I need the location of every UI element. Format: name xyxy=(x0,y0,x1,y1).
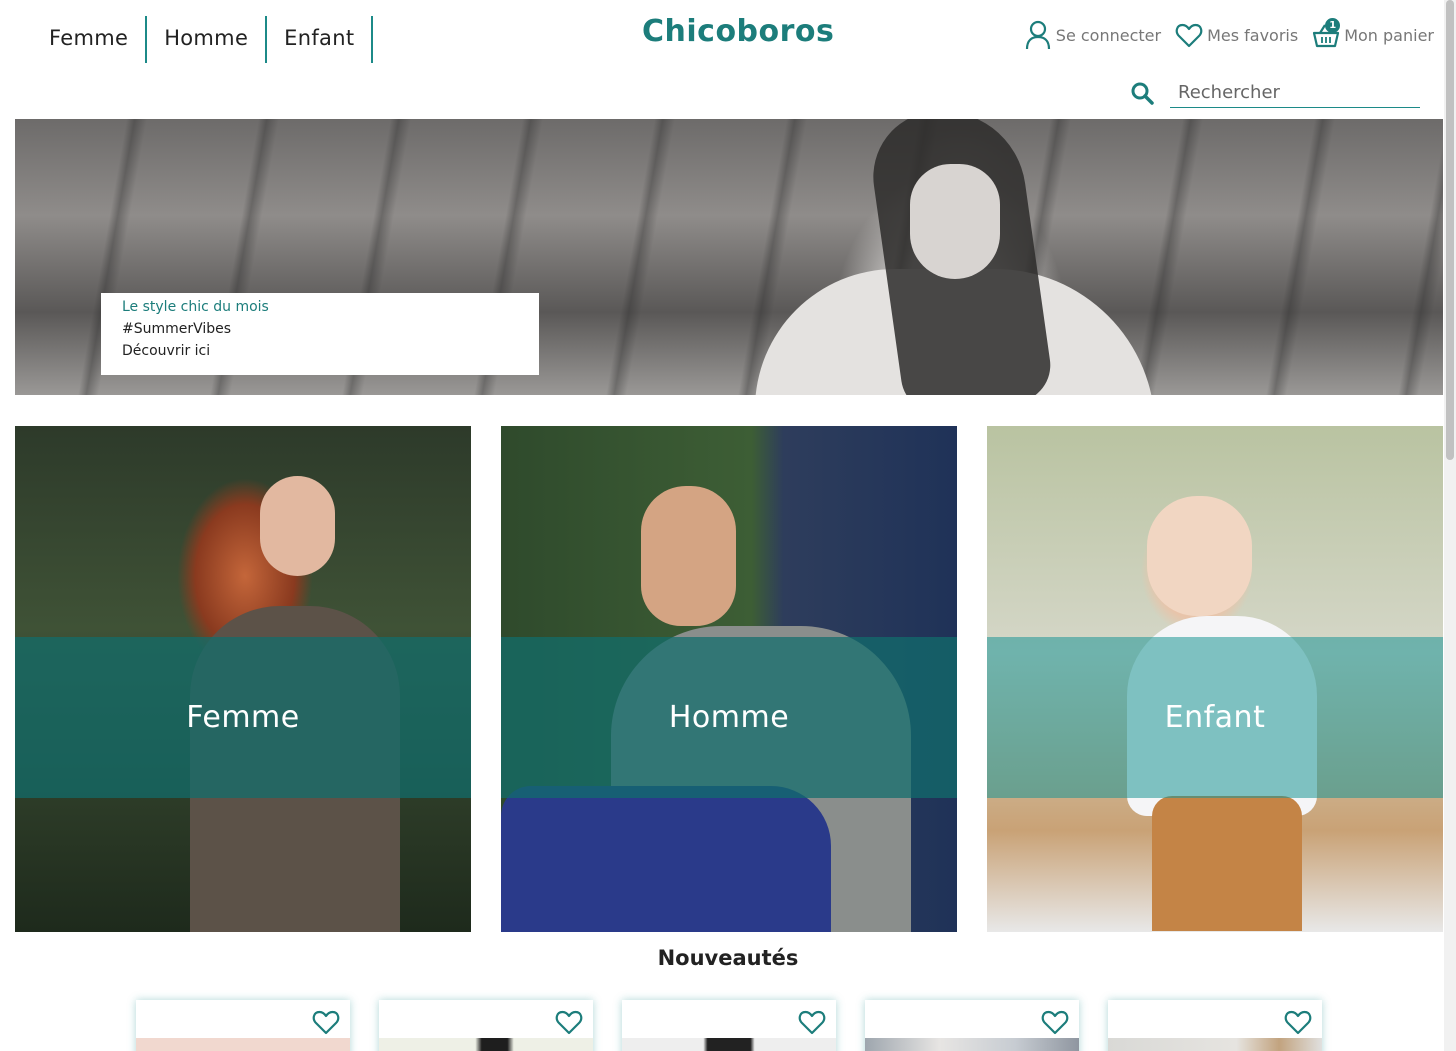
product-image xyxy=(622,1038,836,1051)
product-card[interactable] xyxy=(1108,1000,1322,1051)
nav-item-homme[interactable]: Homme xyxy=(147,16,268,63)
favorites-label: Mes favoris xyxy=(1207,25,1299,45)
favorite-heart-icon[interactable] xyxy=(798,1009,826,1035)
brand-logo[interactable]: Chicoboros xyxy=(642,14,834,49)
category-image-enfant-head xyxy=(1147,496,1252,616)
search-input[interactable] xyxy=(1170,78,1420,108)
hero-card[interactable]: Le style chic du mois #SummerVibes Décou… xyxy=(101,293,539,375)
login-link[interactable]: Se connecter xyxy=(1024,20,1161,50)
category-tile-femme[interactable]: Femme xyxy=(15,426,471,932)
favorite-heart-icon[interactable] xyxy=(1284,1009,1312,1035)
product-card[interactable] xyxy=(622,1000,836,1051)
scrollbar-thumb[interactable] xyxy=(1446,0,1454,460)
category-tile-homme[interactable]: Homme xyxy=(501,426,957,932)
hero-hashtag: #SummerVibes xyxy=(122,321,232,337)
cart-link[interactable]: 1 Mon panier xyxy=(1312,18,1434,48)
login-label: Se connecter xyxy=(1055,25,1162,45)
hero-cta-link[interactable]: Découvrir ici xyxy=(122,340,539,362)
product-image xyxy=(379,1038,593,1051)
hero-subtitle: Le style chic du mois xyxy=(122,299,269,315)
logo-text: Chicoboros xyxy=(642,14,835,49)
hero-image-face xyxy=(910,164,1000,279)
category-image-homme-head xyxy=(641,486,736,626)
main-nav: Femme Homme Enfant xyxy=(30,16,374,63)
favorite-heart-icon[interactable] xyxy=(1041,1009,1069,1035)
page-scrollbar[interactable] xyxy=(1444,0,1456,1051)
category-label: Homme xyxy=(668,700,790,735)
product-card[interactable] xyxy=(865,1000,1079,1051)
category-image-homme-pants xyxy=(501,786,831,932)
product-image xyxy=(1108,1038,1322,1051)
heart-icon xyxy=(1175,23,1203,48)
nav-item-femme[interactable]: Femme xyxy=(30,16,148,63)
search-icon[interactable] xyxy=(1130,81,1154,105)
cart-label: Mon panier xyxy=(1344,25,1434,45)
category-image-enfant-pants xyxy=(1152,796,1302,931)
category-band: Enfant xyxy=(987,637,1443,798)
category-label: Enfant xyxy=(1164,700,1266,735)
category-band: Homme xyxy=(501,637,957,798)
account-bar: Se connecter Mes favoris 1 Mon panier xyxy=(1024,18,1434,50)
hero-banner[interactable]: Le style chic du mois #SummerVibes Décou… xyxy=(15,119,1443,395)
favorite-heart-icon[interactable] xyxy=(555,1009,583,1035)
product-card[interactable] xyxy=(136,1000,350,1051)
category-band: Femme xyxy=(15,637,471,798)
category-image-femme-head xyxy=(260,476,335,576)
user-icon xyxy=(1025,20,1050,50)
product-image xyxy=(865,1038,1079,1051)
favorites-link[interactable]: Mes favoris xyxy=(1175,22,1298,48)
category-tile-enfant[interactable]: Enfant xyxy=(987,426,1443,932)
search-bar xyxy=(1130,78,1420,108)
product-card[interactable] xyxy=(379,1000,593,1051)
new-arrivals-title: Nouveautés xyxy=(657,946,799,970)
product-image xyxy=(136,1038,350,1051)
nav-item-enfant[interactable]: Enfant xyxy=(267,16,374,63)
favorite-heart-icon[interactable] xyxy=(312,1009,340,1035)
category-label: Femme xyxy=(186,700,300,735)
product-list xyxy=(136,1000,1322,1051)
